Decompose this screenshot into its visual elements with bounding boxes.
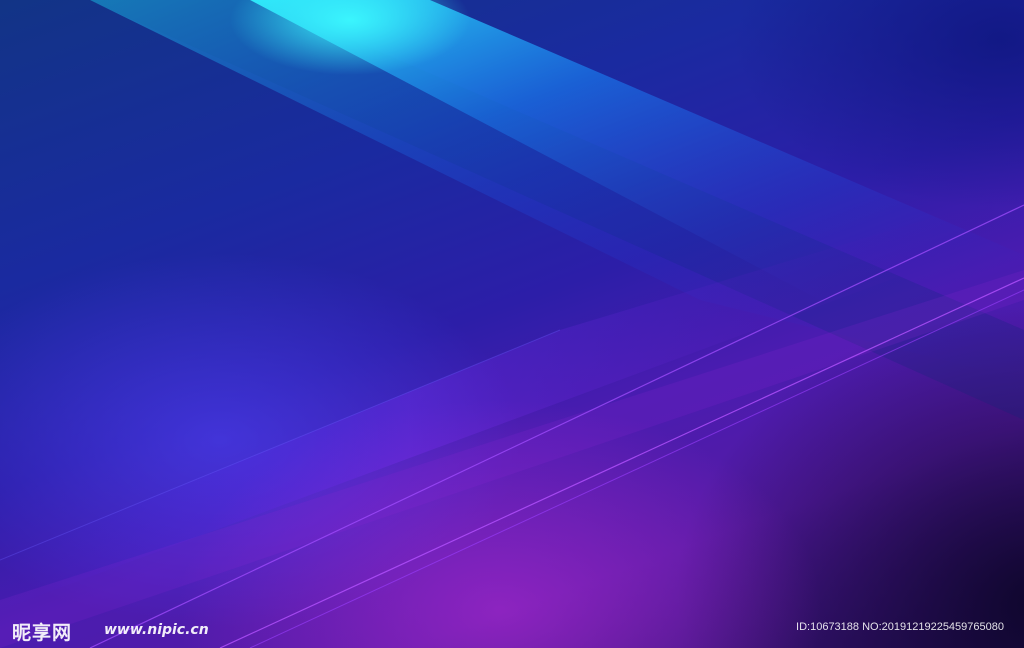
violet-band (0, 190, 1024, 610)
watermark-url: www.nipic.cn (104, 622, 209, 638)
watermark-logo: 昵享网 (12, 622, 73, 644)
violet-band-lower (0, 270, 1024, 648)
abstract-gradient-background: 昵享网 www.nipic.cn ID:10673188 NO:20191219… (0, 0, 1024, 648)
diagonal-light-streaks (0, 0, 1024, 648)
watermark-id: ID:10673188 NO:20191219225459765080 (796, 621, 1004, 633)
light-line-1 (89, 204, 1024, 648)
